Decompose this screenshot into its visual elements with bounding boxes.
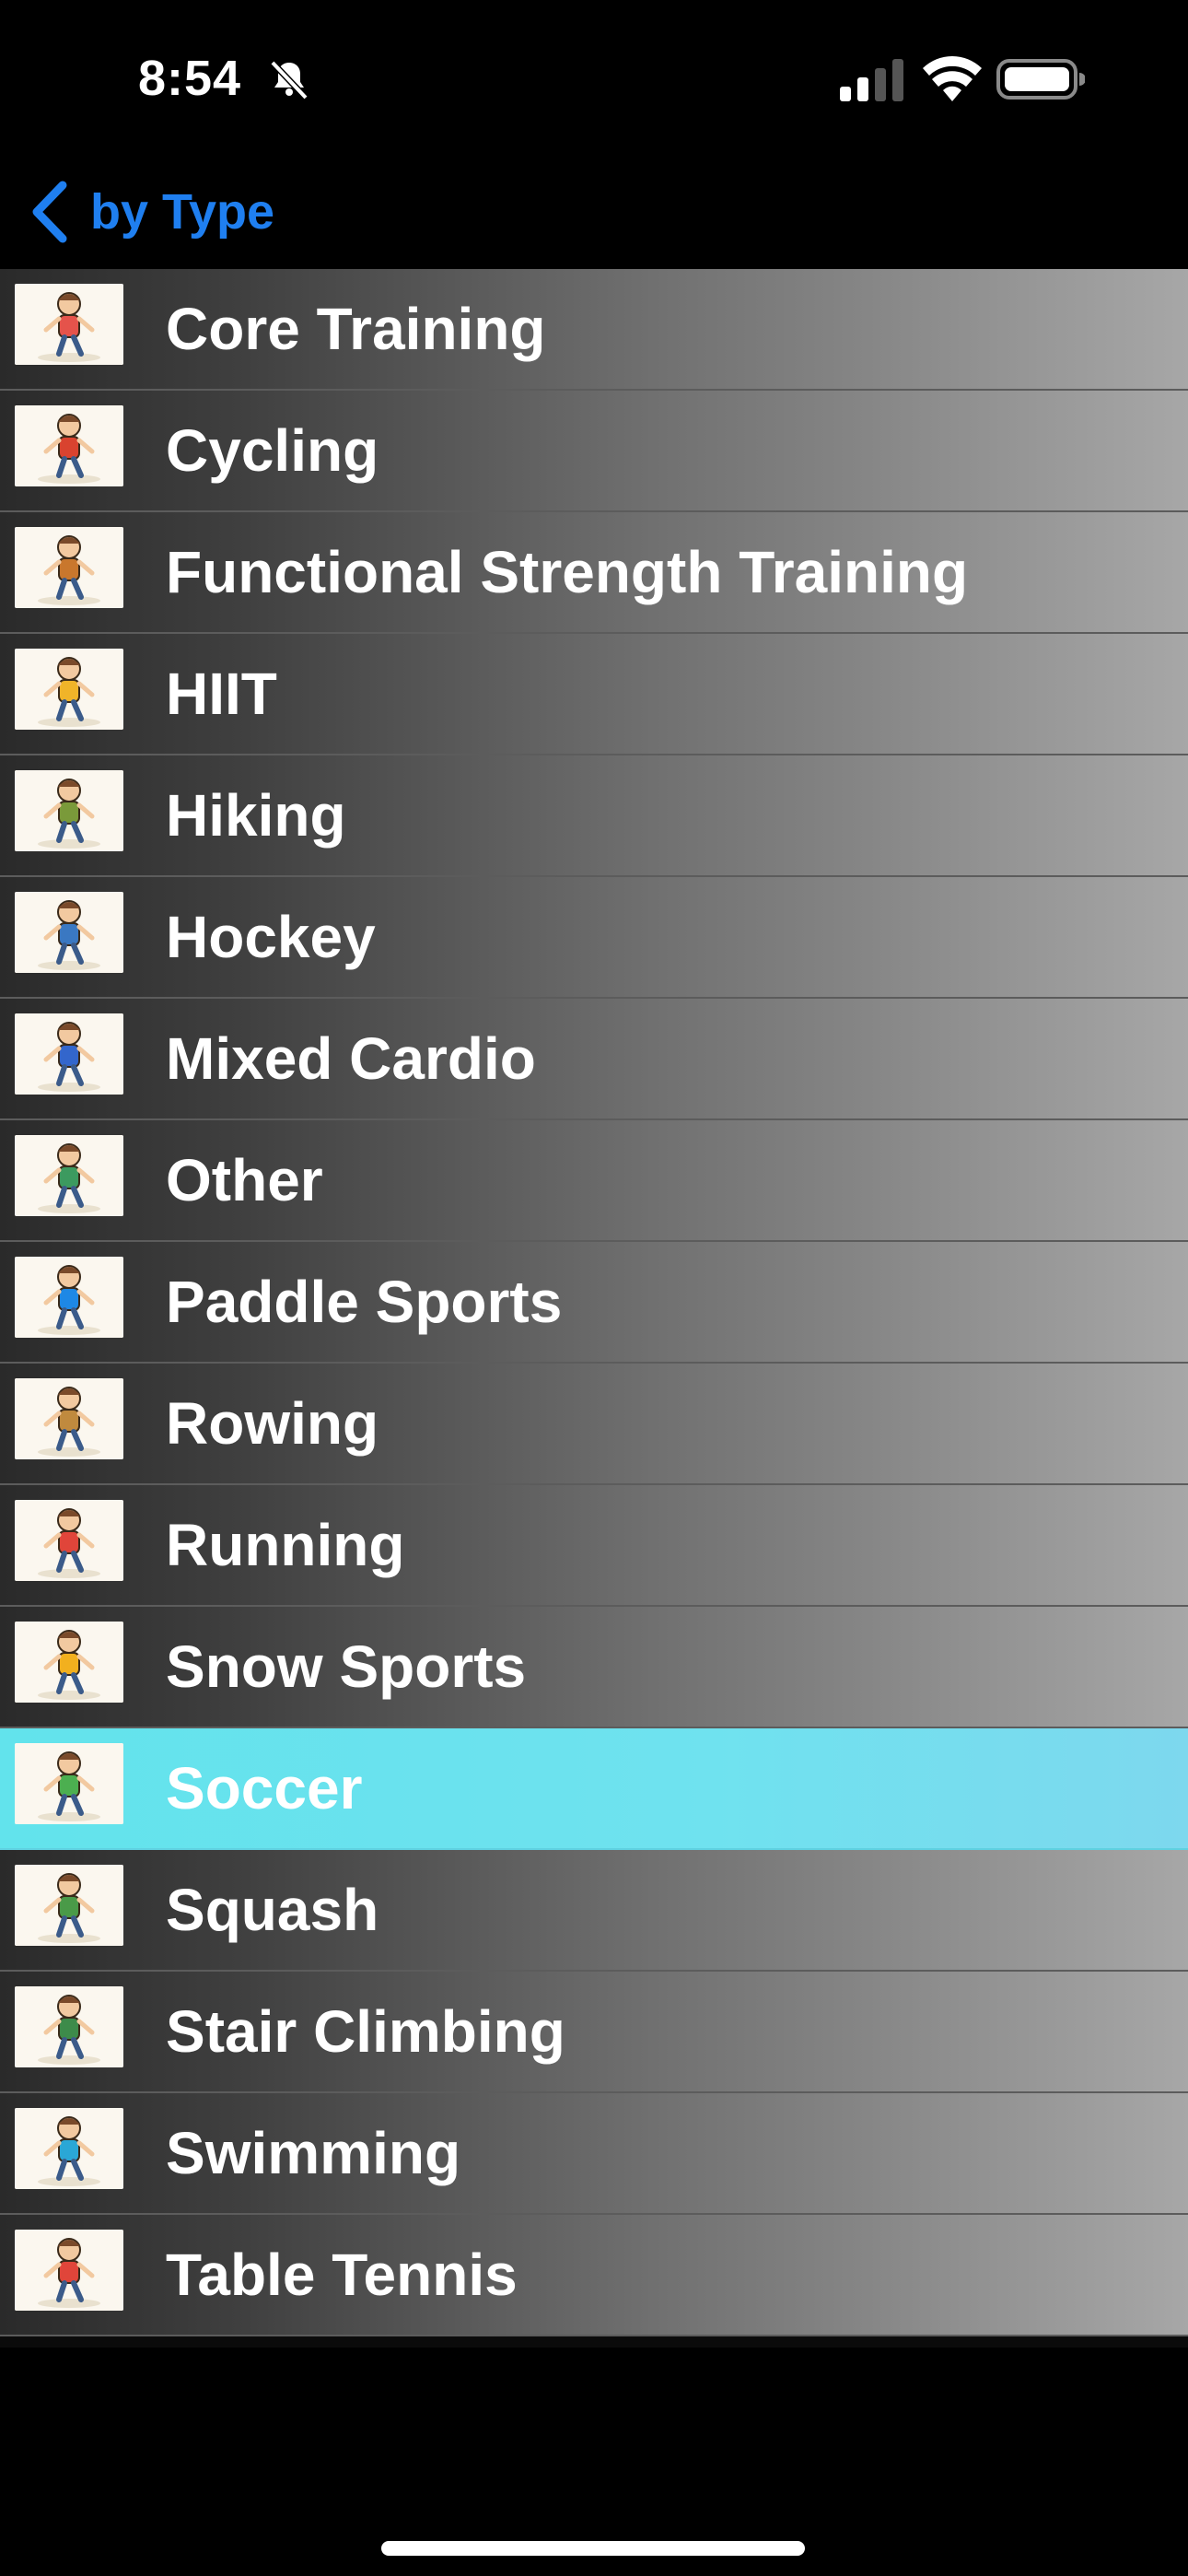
list-item[interactable]: Running — [0, 1485, 1188, 1607]
list-item-label: Snow Sports — [166, 1633, 527, 1700]
snow-sports-icon — [15, 1622, 123, 1703]
back-button[interactable]: by Type — [28, 175, 274, 249]
stair-climbing-icon — [15, 1986, 123, 2067]
navigation-bar: by Type — [0, 157, 1188, 269]
running-icon — [15, 1500, 123, 1581]
list-item-label: Cycling — [166, 417, 379, 484]
list-item[interactable]: Swimming — [0, 2093, 1188, 2215]
list-item[interactable]: Other — [0, 1120, 1188, 1242]
back-label: by Type — [90, 184, 275, 240]
list-item[interactable]: Soccer — [0, 1728, 1188, 1850]
list-item-label: Rowing — [166, 1390, 379, 1457]
list-item[interactable]: Rowing — [0, 1364, 1188, 1485]
list-item[interactable]: Functional Strength Training — [0, 512, 1188, 634]
status-bar: 8:54 — [0, 0, 1188, 157]
workout-type-list: Core Training Cycling Functional Strength … — [0, 269, 1188, 2348]
paddle-sports-icon — [15, 1257, 123, 1338]
wifi-icon — [923, 56, 982, 101]
cellular-signal-icon — [840, 59, 903, 101]
list-item[interactable]: Paddle Sports — [0, 1242, 1188, 1364]
battery-icon — [996, 59, 1085, 100]
hockey-icon — [15, 892, 123, 973]
soccer-icon — [15, 1743, 123, 1824]
list-item-label: Running — [166, 1512, 405, 1578]
mixed-cardio-icon — [15, 1013, 123, 1095]
list-item[interactable]: Cycling — [0, 391, 1188, 512]
list-item[interactable]: Mixed Cardio — [0, 999, 1188, 1120]
list-item-label: Squash — [166, 1877, 379, 1943]
core-training-icon — [15, 284, 123, 365]
hiit-icon — [15, 649, 123, 730]
list-item[interactable]: Squash — [0, 1850, 1188, 1972]
list-item[interactable]: Hockey — [0, 877, 1188, 999]
list-item-label: Functional Strength Training — [166, 539, 969, 605]
silent-mode-icon — [270, 60, 309, 100]
list-item[interactable]: Stair Climbing — [0, 1972, 1188, 2093]
list-item-label: Table Tennis — [166, 2242, 518, 2308]
list-item[interactable]: HIIT — [0, 634, 1188, 755]
table-tennis-icon — [15, 2230, 123, 2311]
list-item-label: Soccer — [166, 1755, 363, 1821]
hiking-icon — [15, 770, 123, 851]
list-item[interactable]: Hiking — [0, 755, 1188, 877]
list-item-label: Hiking — [166, 782, 346, 849]
rowing-icon — [15, 1378, 123, 1459]
list-item[interactable]: Core Training — [0, 269, 1188, 391]
list-item[interactable]: Table Tennis — [0, 2215, 1188, 2336]
cycling-icon — [15, 405, 123, 486]
other-icon — [15, 1135, 123, 1216]
list-item-label: Stair Climbing — [166, 1998, 565, 2065]
functional-strength-icon — [15, 527, 123, 608]
list-item[interactable]: Snow Sports — [0, 1607, 1188, 1728]
home-indicator[interactable] — [381, 2541, 805, 2556]
list-item-label: Paddle Sports — [166, 1269, 563, 1335]
status-time: 8:54 — [138, 51, 242, 106]
list-item-label: Other — [166, 1147, 323, 1213]
squash-icon — [15, 1865, 123, 1946]
list-item-label: Swimming — [166, 2120, 461, 2186]
list-item-label: Core Training — [166, 296, 546, 362]
swimming-icon — [15, 2108, 123, 2189]
list-item-label: Mixed Cardio — [166, 1025, 536, 1092]
list-item-label: HIIT — [166, 661, 277, 727]
chevron-left-icon — [32, 181, 67, 243]
list-item-label: Hockey — [166, 904, 376, 970]
